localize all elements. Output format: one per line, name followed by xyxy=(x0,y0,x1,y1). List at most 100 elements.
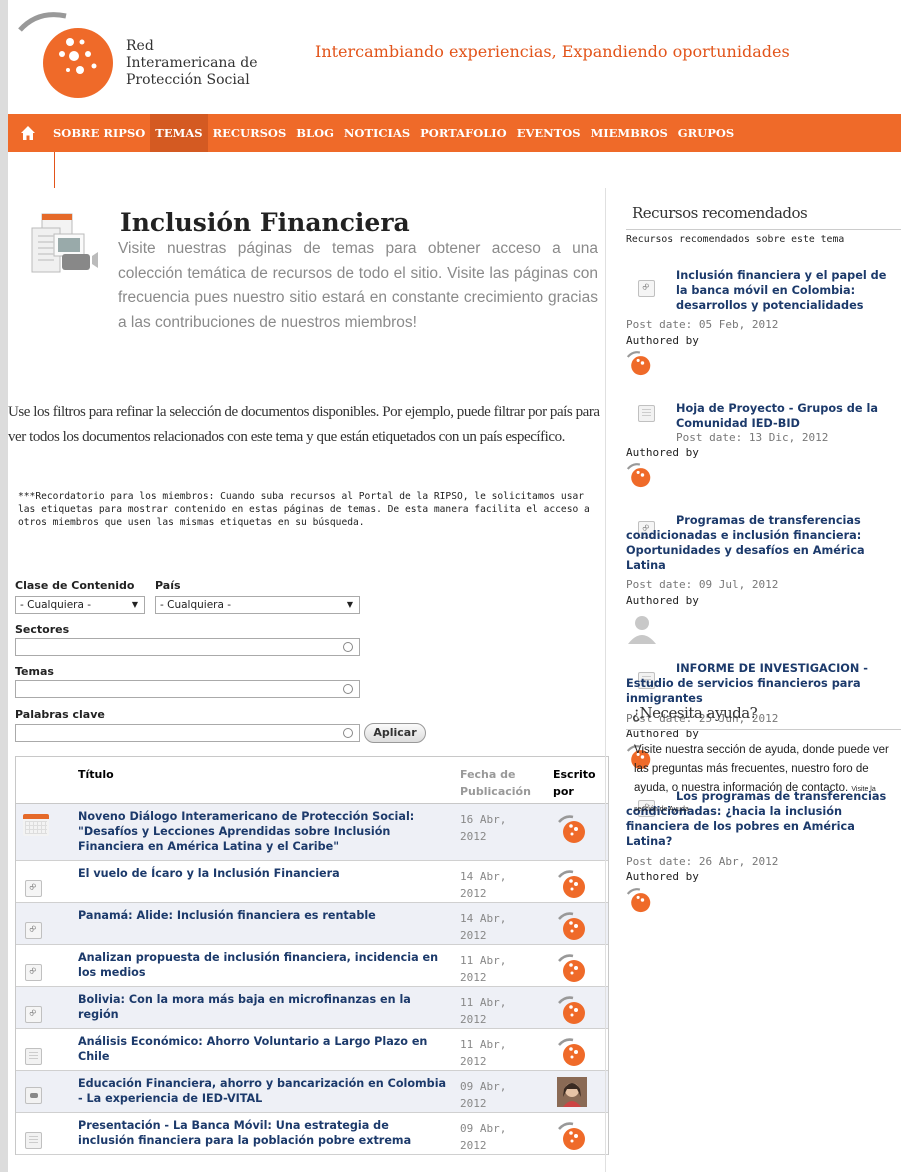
link-icon xyxy=(25,1006,42,1023)
results-table: Título Fecha de Publicación Escrito por … xyxy=(15,756,609,1155)
autocomplete-icon xyxy=(343,684,353,694)
table-header: Título Fecha de Publicación Escrito por xyxy=(16,757,608,804)
row-date: 16 Abr, 2012 xyxy=(460,813,507,843)
author-avatar[interactable] xyxy=(557,869,587,899)
table-row[interactable]: Análisis Económico: Ahorro Voluntario a … xyxy=(16,1029,608,1071)
author-avatar[interactable] xyxy=(557,911,587,941)
row-date: 14 Abr, 2012 xyxy=(460,912,507,942)
authored-by-label: Authored by xyxy=(626,870,699,883)
intro-text: Visite nuestras páginas de temas para ob… xyxy=(118,240,598,331)
autocomplete-icon xyxy=(343,728,353,738)
resource-date: Post date: 13 Dic, 2012 xyxy=(676,431,829,444)
page-title: Inclusión Financiera xyxy=(120,208,410,237)
topics-label: Temas xyxy=(15,665,54,678)
author-avatar[interactable] xyxy=(626,462,652,488)
default-avatar[interactable] xyxy=(626,612,658,644)
resource-date: Post date: 05 Feb, 2012 xyxy=(626,318,779,331)
table-row[interactable]: Panamá: Alide: Inclusión financiera es r… xyxy=(16,903,608,945)
country-label: País xyxy=(155,579,181,592)
authored-by-label: Authored by xyxy=(626,594,699,607)
nav-eventos[interactable]: EVENTOS xyxy=(512,114,586,152)
col-title-header[interactable]: Título xyxy=(78,766,114,783)
keywords-input[interactable] xyxy=(15,724,360,742)
nav-grupos[interactable]: GRUPOS xyxy=(673,114,739,152)
resource-link[interactable]: Programas de transferencias condicionada… xyxy=(626,513,900,573)
nav-temas[interactable]: TEMAS xyxy=(150,114,208,152)
tagline: Intercambiando experiencias, Expandiendo… xyxy=(315,42,790,61)
table-row[interactable]: Educación Financiera, ahorro y bancariza… xyxy=(16,1071,608,1113)
sectors-label: Sectores xyxy=(15,623,70,636)
table-row[interactable]: Noveno Diálogo Interamericano de Protecc… xyxy=(16,804,608,861)
link-icon xyxy=(25,964,42,981)
page: Red Interamericana de Protección Social … xyxy=(8,0,901,1172)
autocomplete-icon xyxy=(343,642,353,652)
resource-date: Post date: 26 Abr, 2012 xyxy=(626,855,779,868)
table-row[interactable]: Presentación - La Banca Móvil: Una estra… xyxy=(16,1113,608,1155)
nav-portafolio[interactable]: PORTAFOLIO xyxy=(415,114,512,152)
row-title-link[interactable]: Análisis Económico: Ahorro Voluntario a … xyxy=(78,1034,448,1064)
row-title-link[interactable]: Bolivia: Con la mora más baja en microfi… xyxy=(78,992,448,1022)
org-name: Red Interamericana de Protección Social xyxy=(126,38,258,88)
author-avatar[interactable] xyxy=(557,1037,587,1067)
resource-link[interactable]: Hoja de Proyecto - Grupos de la Comunida… xyxy=(676,401,900,431)
col-author-header[interactable]: Escrito por xyxy=(553,766,603,800)
row-date: 11 Abr, 2012 xyxy=(460,954,507,984)
resource-link[interactable]: INFORME DE INVESTIGACION - Estudio de se… xyxy=(626,661,900,706)
nav-blog[interactable]: BLOG xyxy=(291,114,339,152)
link-icon xyxy=(25,880,42,897)
row-date: 11 Abr, 2012 xyxy=(460,1038,507,1068)
country-select[interactable]: - Cualquiera - ▼ xyxy=(155,596,360,614)
help-heading: ¿Necesita ayuda? xyxy=(632,704,758,722)
row-title-link[interactable]: Panamá: Alide: Inclusión financiera es r… xyxy=(78,908,448,923)
row-date: 09 Abr, 2012 xyxy=(460,1122,507,1152)
sectors-input[interactable] xyxy=(15,638,360,656)
help-text: Visite nuestra sección de ayuda, donde p… xyxy=(634,744,889,813)
keywords-label: Palabras clave xyxy=(15,708,105,721)
ripso-logo[interactable] xyxy=(18,8,118,98)
row-date: 11 Abr, 2012 xyxy=(460,996,507,1026)
heading-rule xyxy=(626,729,901,730)
calendar-icon xyxy=(23,814,49,836)
table-row[interactable]: Bolivia: Con la mora más baja en microfi… xyxy=(16,987,608,1029)
nav-noticias[interactable]: NOTICIAS xyxy=(339,114,415,152)
nav-miembros[interactable]: MIEMBROS xyxy=(586,114,673,152)
link-icon xyxy=(25,922,42,939)
row-title-link[interactable]: Noveno Diálogo Interamericano de Protecc… xyxy=(78,809,448,854)
nav-sobre-ripso[interactable]: SOBRE RIPSO xyxy=(48,114,150,152)
row-date: 09 Abr, 2012 xyxy=(460,1080,507,1110)
row-title-link[interactable]: Analizan propuesta de inclusión financie… xyxy=(78,950,448,980)
authored-by-label: Authored by xyxy=(626,446,699,459)
author-avatar[interactable] xyxy=(626,350,652,376)
author-avatar[interactable] xyxy=(557,953,587,983)
col-date-header[interactable]: Fecha de Publicación xyxy=(460,766,550,800)
member-reminder: ***Recordatorio para los miembros: Cuand… xyxy=(18,491,590,528)
resource-link[interactable]: Inclusión financiera y el papel de la ba… xyxy=(676,268,900,313)
topic-resources-icon xyxy=(31,213,98,273)
main-nav: SOBRE RIPSO TEMAS RECURSOS BLOG NOTICIAS… xyxy=(8,114,901,152)
table-row[interactable]: Analizan propuesta de inclusión financie… xyxy=(16,945,608,987)
nav-recursos[interactable]: RECURSOS xyxy=(208,114,292,152)
topics-input[interactable] xyxy=(15,680,360,698)
row-title-link[interactable]: Educación Financiera, ahorro y bancariza… xyxy=(78,1076,448,1106)
row-title-link[interactable]: Presentación - La Banca Móvil: Una estra… xyxy=(78,1118,448,1148)
content-type-label: Clase de Contenido xyxy=(15,579,135,592)
table-row[interactable]: El vuelo de Ícaro y la Inclusión Financi… xyxy=(16,861,608,903)
content-type-select[interactable]: - Cualquiera - ▼ xyxy=(15,596,145,614)
document-icon xyxy=(25,1132,42,1149)
apply-button[interactable]: Aplicar xyxy=(364,723,426,743)
dropdown-arrow-icon: ▼ xyxy=(131,600,138,609)
author-avatar[interactable] xyxy=(557,995,587,1025)
row-title-link[interactable]: El vuelo de Ícaro y la Inclusión Financi… xyxy=(78,866,448,881)
author-photo[interactable] xyxy=(557,1077,587,1107)
document-icon xyxy=(638,405,655,422)
recommended-heading: Recursos recomendados xyxy=(632,204,808,222)
link-icon xyxy=(638,280,655,297)
heading-rule xyxy=(626,229,901,230)
sidebar-divider xyxy=(605,188,606,1172)
author-avatar[interactable] xyxy=(557,814,587,844)
filters-help-text: Use los filtros para refinar la selecció… xyxy=(8,404,600,445)
author-avatar[interactable] xyxy=(557,1121,587,1151)
author-avatar[interactable] xyxy=(626,887,652,913)
resource-date: Post date: 09 Jul, 2012 xyxy=(626,578,779,591)
home-icon[interactable] xyxy=(8,114,48,152)
